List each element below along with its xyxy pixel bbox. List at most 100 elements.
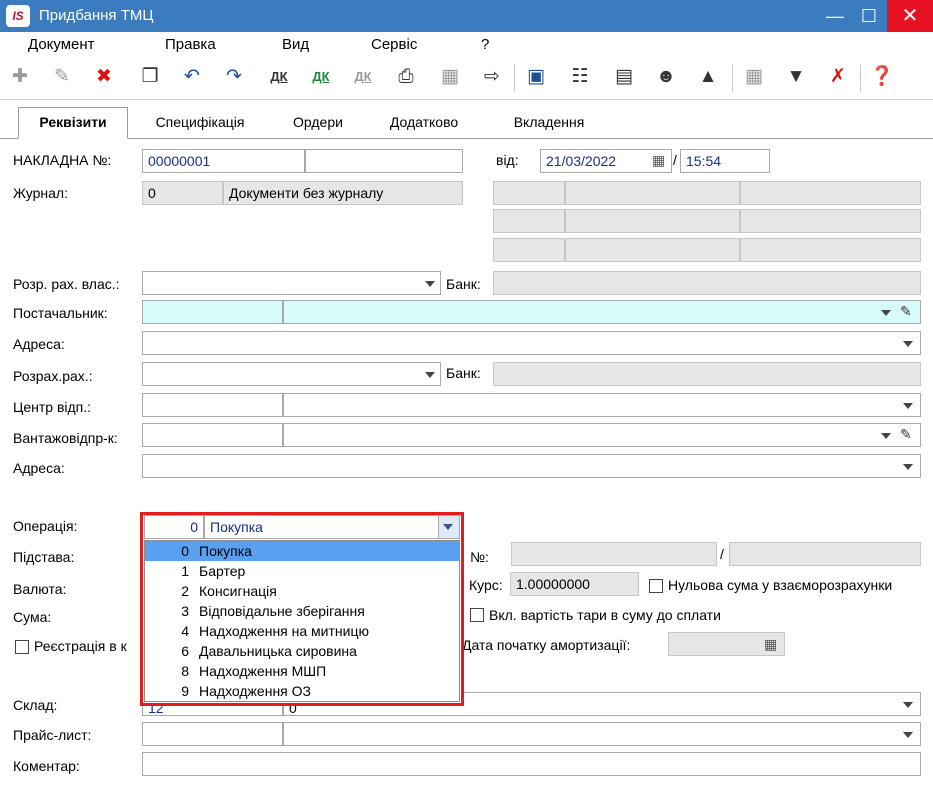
chevron-down-icon[interactable]: [425, 281, 435, 287]
zero-sum-checkbox[interactable]: [649, 579, 663, 593]
operation-option[interactable]: 2 Консигнація: [145, 581, 459, 601]
info-cell: [565, 209, 740, 233]
chevron-down-icon[interactable]: [903, 702, 913, 708]
basis-date-field: [729, 542, 921, 566]
print-icon[interactable]: ⎙: [392, 62, 420, 92]
chevron-down-icon[interactable]: [903, 464, 913, 470]
chevron-down-icon[interactable]: [903, 341, 913, 347]
invoice-extra-input[interactable]: [305, 149, 463, 173]
bank-field: [493, 362, 921, 386]
journal-code-field: 0: [142, 181, 223, 205]
debit-credit-disabled-icon[interactable]: ДК: [346, 62, 380, 92]
open-icon[interactable]: ▤: [610, 62, 638, 92]
window-title: Придбання ТМЦ: [39, 7, 154, 24]
invoice-label: НАКЛАДНА №:: [13, 152, 112, 168]
journal-label: Журнал:: [13, 185, 68, 201]
book-icon[interactable]: ☷: [566, 62, 594, 92]
center-select[interactable]: [283, 393, 921, 417]
operation-select[interactable]: Покупка: [204, 515, 460, 539]
tab-attachments[interactable]: Вкладення: [494, 110, 604, 139]
pricelist-select[interactable]: [283, 722, 921, 746]
tab-additional[interactable]: Додатково: [374, 110, 474, 139]
app-logo-icon: IS: [6, 5, 30, 27]
debit-credit-green-icon[interactable]: ДК: [304, 62, 338, 92]
shipper-code-input[interactable]: [142, 423, 283, 447]
undo-icon[interactable]: ↶: [178, 62, 206, 92]
shipper-select[interactable]: [283, 423, 921, 447]
own-bank-field: [493, 271, 921, 295]
user-icon[interactable]: ☻: [652, 62, 680, 92]
tare-checkbox[interactable]: [470, 608, 484, 622]
operation-option[interactable]: 4 Надходження на митницю: [145, 621, 459, 641]
menu-help[interactable]: ?: [481, 36, 489, 53]
tare-label: Вкл. вартість тари в суму до сплати: [489, 607, 721, 623]
excel-icon[interactable]: ▦: [436, 62, 464, 92]
filter-icon[interactable]: ▼: [782, 62, 810, 92]
chevron-down-icon[interactable]: [425, 372, 435, 378]
pencil-icon[interactable]: ✎: [900, 426, 912, 443]
warehouse-label: Склад:: [13, 697, 58, 713]
add-document-icon[interactable]: ✚: [6, 62, 34, 92]
supplier-label: Постачальник:: [13, 305, 108, 321]
center-code-input[interactable]: [142, 393, 283, 417]
toolbar-separator: [514, 64, 515, 92]
table-icon[interactable]: ▦: [740, 62, 768, 92]
edit-document-icon[interactable]: ✎: [48, 62, 76, 92]
debit-credit-icon[interactable]: ДК: [262, 62, 296, 92]
own-bank-label: Банк:: [446, 276, 481, 292]
hierarchy-icon[interactable]: ▲: [694, 62, 722, 92]
operation-option[interactable]: 8 Надходження МШП: [145, 661, 459, 681]
supplier-code-input[interactable]: [142, 300, 283, 324]
address2-select[interactable]: [142, 454, 921, 478]
registration-checkbox[interactable]: [15, 640, 29, 654]
rate-field: 1.00000000: [510, 572, 639, 596]
chevron-down-icon[interactable]: [881, 433, 891, 439]
chevron-down-icon[interactable]: [903, 732, 913, 738]
operation-option[interactable]: 3 Відповідальне зберігання: [145, 601, 459, 621]
chevron-down-icon[interactable]: [443, 524, 453, 530]
operation-option[interactable]: 6 Давальницька сировина: [145, 641, 459, 661]
tab-orders[interactable]: Ордери: [278, 110, 358, 139]
supplier-name-select[interactable]: [283, 300, 921, 324]
info-cell: [493, 238, 565, 262]
address-select[interactable]: [142, 331, 921, 355]
calendar-icon[interactable]: ▦: [652, 152, 665, 169]
time-input[interactable]: 15:54: [680, 149, 770, 173]
menu-service[interactable]: Сервіс: [371, 36, 417, 53]
invoice-number-input[interactable]: 00000001: [142, 149, 305, 173]
chevron-down-icon[interactable]: [881, 310, 891, 316]
comment-input[interactable]: [142, 752, 921, 776]
operation-label: Операція:: [13, 518, 78, 534]
operation-option[interactable]: 9 Надходження ОЗ: [145, 681, 459, 701]
exit-icon[interactable]: ⇨: [478, 62, 506, 92]
menu-bar: [0, 32, 933, 58]
journal-name-field: Документи без журналу: [223, 181, 463, 205]
menu-edit[interactable]: Правка: [165, 36, 216, 53]
help-icon[interactable]: ❓: [868, 62, 896, 92]
sum-label: Сума:: [13, 609, 52, 625]
pricelist-code-input[interactable]: [142, 722, 283, 746]
basis-no-label: №:: [470, 549, 489, 565]
copy-icon[interactable]: ❐: [136, 62, 164, 92]
registration-label: Реєстрація в к: [34, 638, 127, 654]
date-label: від:: [496, 152, 519, 168]
chevron-down-icon[interactable]: [903, 403, 913, 409]
operation-option[interactable]: 0 Покупка: [145, 541, 459, 561]
save-icon[interactable]: ▣: [522, 62, 550, 92]
calendar-icon[interactable]: ▦: [764, 636, 777, 653]
redo-icon[interactable]: ↷: [220, 62, 248, 92]
own-account-select[interactable]: [142, 271, 441, 295]
close-icon[interactable]: ✕: [887, 0, 933, 32]
tab-specification[interactable]: Специфікація: [140, 110, 260, 139]
pencil-icon[interactable]: ✎: [900, 303, 912, 320]
menu-view[interactable]: Вид: [282, 36, 309, 53]
menu-document[interactable]: Документ: [28, 36, 95, 53]
account-select[interactable]: [142, 362, 441, 386]
tab-requisites[interactable]: Реквізити: [18, 107, 128, 139]
clear-filter-icon[interactable]: ✗: [824, 62, 852, 92]
operation-code-input[interactable]: 0: [144, 515, 204, 539]
info-cell: [565, 181, 740, 205]
maximize-icon[interactable]: ☐: [849, 0, 889, 32]
delete-document-icon[interactable]: ✖: [90, 62, 118, 92]
operation-option[interactable]: 1 Бартер: [145, 561, 459, 581]
